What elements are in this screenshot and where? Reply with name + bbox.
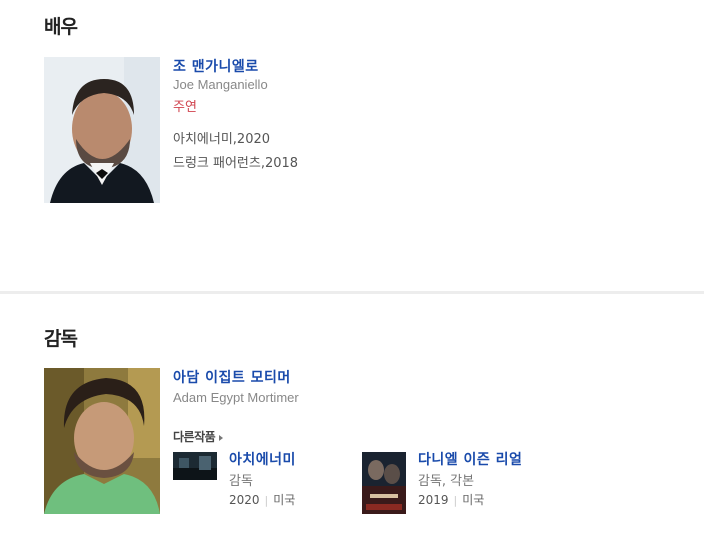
work-role: 감독, 각본: [418, 474, 475, 489]
actor-name-ko[interactable]: 조 맨가니엘로: [173, 56, 259, 76]
director-name-en: Adam Egypt Mortimer: [173, 390, 299, 405]
other-works-link[interactable]: 다른작품: [173, 428, 224, 445]
other-works-label: 다른작품: [173, 430, 216, 444]
director-name-ko[interactable]: 아담 이집트 모티머: [173, 367, 291, 387]
work-year: 2019: [418, 493, 449, 507]
work-poster[interactable]: [173, 452, 217, 480]
section-title-actor: 배우: [44, 16, 78, 38]
meta-separator: |: [453, 494, 458, 507]
section-divider: [0, 291, 704, 294]
work-role: 감독: [229, 474, 253, 489]
actor-name-en: Joe Manganiello: [173, 77, 268, 92]
work-country: 미국: [462, 493, 485, 507]
work-country: 미국: [273, 493, 296, 507]
meta-separator: |: [264, 494, 269, 507]
actor-film-item[interactable]: 드렁크 패어런츠,2018: [173, 152, 298, 171]
work-poster[interactable]: [362, 452, 406, 514]
work-meta: 2019 | 미국: [418, 491, 484, 508]
work-meta: 2020 | 미국: [229, 491, 295, 508]
work-title[interactable]: 아치에너미: [229, 449, 296, 469]
actor-role: 주연: [173, 100, 197, 115]
chevron-right-icon: [219, 434, 224, 441]
actor-film-item[interactable]: 아치에너미,2020: [173, 128, 270, 147]
actor-photo[interactable]: [44, 57, 160, 203]
work-title[interactable]: 다니엘 이즌 리얼: [418, 449, 522, 469]
director-photo[interactable]: [44, 368, 160, 514]
work-year: 2020: [229, 493, 260, 507]
section-title-director: 감독: [44, 328, 78, 350]
